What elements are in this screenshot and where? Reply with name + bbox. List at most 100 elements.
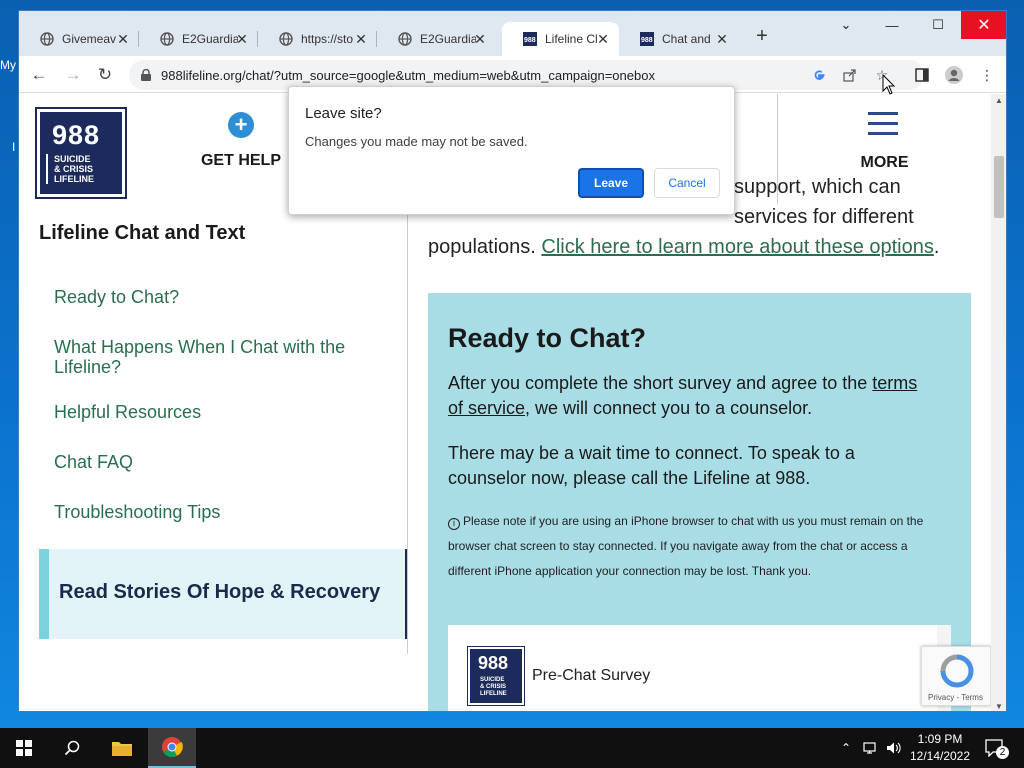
logo-line: & CRISIS [54,164,94,174]
tab-close-icon[interactable]: ✕ [714,31,730,48]
leave-button[interactable]: Leave [578,168,644,198]
pre-chat-survey-frame: 988 SUICIDE & CRISIS LIFELINE Pre-Chat S… [448,625,951,711]
intro-text: services for different [734,206,914,228]
learn-more-options-link[interactable]: Click here to learn more about these opt… [541,236,933,258]
logo-text: SUICIDE & CRISIS LIFELINE [54,154,94,184]
intro-text-part: populations. [428,236,542,258]
info-icon: i [448,517,460,530]
terms-of-service-link[interactable]: terms [872,373,917,393]
terms-of-service-link[interactable]: of service [448,398,525,418]
iphone-note: i Please note if you are using an iPhone … [448,509,948,584]
svg-text:988: 988 [524,37,536,44]
stories-label: Read Stories Of Hope & Recovery [59,581,381,603]
tab-close-icon[interactable]: ✕ [595,31,611,48]
system-clock[interactable]: 1:09 PM 12/14/2022 [904,731,976,765]
search-icon [64,740,80,756]
chrome-taskbar-button[interactable] [148,728,196,768]
hamburger-icon [868,112,898,142]
lifeline-favicon-icon: 988 [639,32,654,47]
reload-button[interactable]: ↻ [93,63,117,87]
sidebar-item-helpful-resources[interactable]: Helpful Resources [54,402,374,422]
recaptcha-icon [940,654,974,688]
profile-avatar-icon[interactable] [944,65,964,85]
desktop-icon-label[interactable]: My [0,58,16,72]
folder-icon [112,742,132,756]
clock-date: 12/14/2022 [909,749,971,763]
search-button[interactable] [48,728,96,768]
tab-title: https://sto [301,32,354,46]
dialog-title: Leave site? [305,105,382,122]
tab-active[interactable]: 988 Lifeline Cl ✕ [502,22,619,56]
tab[interactable]: E2Guardia ✕ [377,22,496,56]
side-panel-icon[interactable] [912,65,932,85]
tab[interactable]: E2Guardia ✕ [139,22,258,56]
logo-line: LIFELINE [54,174,94,184]
volume-icon[interactable] [884,728,904,768]
close-window-button[interactable]: ✕ [961,11,1006,39]
dialog-message: Changes you made may not be saved. [305,134,528,149]
url-text[interactable]: 988lifeline.org/chat/?utm_source=google&… [161,68,655,83]
tab-close-icon[interactable]: ✕ [353,31,369,48]
tab[interactable]: Givemeav ✕ [19,22,139,56]
tab-close-icon[interactable]: ✕ [234,31,250,48]
kebab-menu-icon[interactable]: ⋮ [977,65,997,85]
notification-count-badge: 2 [996,746,1009,759]
back-button[interactable]: ← [27,63,51,87]
chat-paragraph: There may be a wait time to connect. To … [448,441,855,491]
tab-title: E2Guardia [182,32,238,46]
notifications-button[interactable]: 2 [980,728,1010,768]
page-scrollbar[interactable]: ▲ ▼ [991,94,1006,711]
note-text: different iPhone application your connec… [448,564,812,578]
stories-of-hope-link[interactable]: Read Stories Of Hope & Recovery [39,549,407,639]
get-help-label: GET HELP [200,152,281,169]
sidebar-item-ready-to-chat[interactable]: Ready to Chat? [54,287,374,307]
intro-text: support, which can [734,176,901,198]
survey-title: Pre-Chat Survey [532,667,651,684]
globe-icon [39,32,54,47]
sidebar-title: Lifeline Chat and Text [39,222,246,244]
get-help-button[interactable]: + GET HELP [199,112,283,170]
leave-site-dialog: Leave site? Changes you made may not be … [288,86,735,215]
chat-text: There may be a wait time to connect. To … [448,443,855,463]
file-explorer-button[interactable] [98,728,146,768]
988-lifeline-logo[interactable]: 988 SUICIDE & CRISIS LIFELINE [35,107,127,199]
share-icon[interactable] [840,65,860,85]
tab[interactable]: https://sto ✕ [258,22,377,56]
mouse-cursor-icon [882,74,896,95]
tab-close-icon[interactable]: ✕ [472,31,488,48]
start-button[interactable] [0,728,48,768]
lock-icon[interactable] [141,68,151,81]
sidebar-item-troubleshooting[interactable]: Troubleshooting Tips [54,502,374,522]
clock-time: 1:09 PM [917,732,963,746]
sidebar-item-what-happens[interactable]: What Happens When I Chat with the Lifeli… [54,337,374,377]
recaptcha-badge[interactable]: Privacy - Terms [921,646,991,706]
recaptcha-links[interactable]: Privacy - Terms [928,693,983,702]
ready-to-chat-section: Ready to Chat? After you complete the sh… [428,293,971,711]
scroll-thumb[interactable] [994,156,1004,218]
show-hidden-icons-button[interactable]: ⌃ [838,728,854,768]
forward-button[interactable]: → [61,63,85,87]
sidebar-divider [407,194,408,654]
tab-search-icon[interactable]: ⌄ [823,11,869,39]
tab[interactable]: 988 Chat and ✕ [619,22,738,56]
logo-text: SUICIDE & CRISIS LIFELINE [480,677,507,698]
svg-text:988: 988 [641,37,653,44]
network-icon[interactable] [860,728,882,768]
scroll-down-arrow-icon[interactable]: ▼ [995,702,1003,711]
more-label: MORE [860,154,909,171]
chat-text: , we will connect you to a counselor. [525,398,813,418]
globe-icon [397,32,412,47]
google-translate-icon[interactable] [809,65,829,85]
988-lifeline-logo: 988 SUICIDE & CRISIS LIFELINE [467,646,525,706]
scroll-up-arrow-icon[interactable]: ▲ [995,96,1003,105]
minimize-button[interactable]: — [869,11,915,39]
cancel-button[interactable]: Cancel [654,168,720,198]
sidebar-item-chat-faq[interactable]: Chat FAQ [54,452,374,472]
plus-icon: + [228,112,254,138]
intro-text-part: . [933,236,940,258]
desktop-icon-label[interactable]: I [12,140,15,154]
tab-title: E2Guardia [420,32,476,46]
new-tab-button[interactable]: + [752,25,772,48]
tab-close-icon[interactable]: ✕ [115,31,131,48]
maximize-button[interactable]: ☐ [915,11,961,39]
